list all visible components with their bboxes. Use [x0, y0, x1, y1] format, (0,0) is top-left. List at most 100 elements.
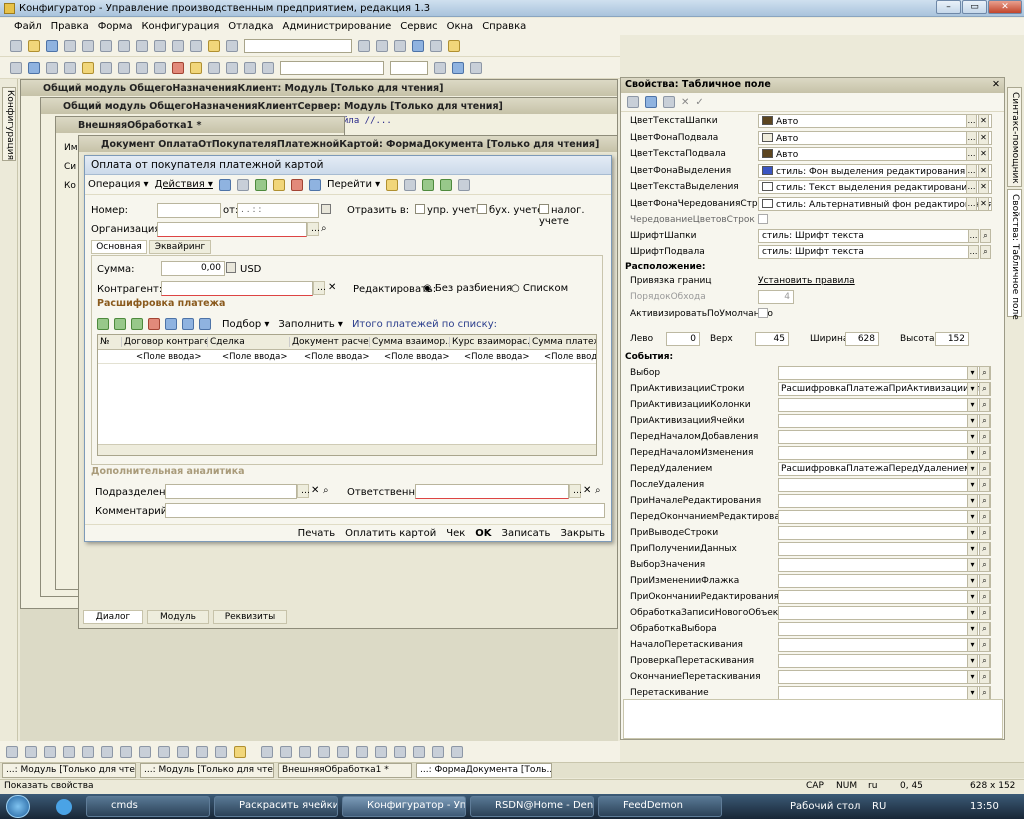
dropdown-button[interactable]: ▾ — [967, 446, 978, 460]
menu-debug[interactable]: Отладка — [228, 21, 273, 32]
event-handler-field[interactable] — [778, 558, 991, 572]
window-tab-1[interactable]: ...: Модуль [Только для чте... — [2, 763, 136, 778]
config-panel-tab[interactable]: Конфигурация — [2, 87, 16, 161]
search-next-icon[interactable] — [376, 39, 388, 52]
grid-icon[interactable] — [28, 61, 40, 74]
prop-label[interactable]: ЦветТекстаВыделения — [630, 182, 739, 192]
event-handler-field[interactable] — [778, 622, 991, 636]
dept-field[interactable] — [165, 484, 297, 499]
settings-icon[interactable] — [470, 61, 482, 74]
select-button[interactable]: … — [966, 147, 977, 161]
ok-button[interactable]: OK — [475, 528, 491, 539]
frame-select-icon[interactable] — [458, 178, 471, 191]
tray-lang[interactable]: RU — [872, 801, 886, 812]
search-icon[interactable]: ⌕ — [979, 494, 990, 508]
receipt-button[interactable]: Чек — [446, 528, 465, 539]
tab-acquiring[interactable]: Эквайринг — [149, 240, 211, 254]
payment-grid[interactable]: № Договор контраге... Сделка Документ ра… — [97, 334, 597, 456]
prop-label[interactable]: Верх — [710, 334, 733, 344]
menu-admin[interactable]: Администрирование — [283, 21, 392, 32]
search-icon[interactable]: ⌕ — [979, 654, 990, 668]
dropdown-button[interactable]: ▾ — [967, 398, 978, 412]
undo-icon[interactable] — [172, 39, 184, 52]
insert-label-icon[interactable] — [280, 746, 292, 758]
search-icon[interactable]: ⌕ — [979, 398, 990, 412]
edit-row-icon[interactable] — [131, 318, 143, 330]
taskbar-item-rsdn[interactable]: RSDN@Home - Deni... — [470, 796, 594, 817]
underline-icon[interactable] — [136, 61, 148, 74]
new-doc-icon[interactable] — [272, 178, 285, 191]
event-label[interactable]: ПередНачаломДобавления — [630, 432, 758, 442]
col-no[interactable]: № — [98, 337, 122, 347]
dropdown-button[interactable]: ▾ — [967, 590, 978, 604]
select-button[interactable]: … — [968, 229, 979, 243]
select-button[interactable]: … — [966, 196, 977, 211]
paste-icon[interactable] — [118, 39, 130, 52]
copy-icon[interactable] — [100, 39, 112, 52]
dropdown-button[interactable]: ▾ — [967, 558, 978, 572]
events-section-header[interactable]: События: — [625, 352, 673, 362]
contractor-clear-icon[interactable]: ✕ — [328, 282, 336, 293]
same-width-icon[interactable] — [120, 746, 132, 758]
search-icon[interactable]: ⌕ — [979, 414, 990, 428]
insert-panel-icon[interactable] — [375, 746, 387, 758]
font-combo[interactable] — [280, 60, 384, 75]
taskbar-item-configurator[interactable]: Конфигуратор - Упр... — [342, 796, 466, 817]
prop-label[interactable]: ЦветФонаЧередованияСтрок — [630, 199, 769, 209]
event-handler-field[interactable] — [778, 446, 991, 460]
search-prev-icon[interactable] — [358, 39, 370, 52]
align-center-icon[interactable] — [226, 61, 238, 74]
event-handler-field[interactable] — [778, 574, 991, 588]
maximize-button[interactable]: ▭ — [962, 0, 987, 14]
insert-field-icon[interactable] — [261, 746, 273, 758]
print-button[interactable]: Печать — [298, 528, 335, 539]
insert-table-icon[interactable] — [394, 746, 406, 758]
search-icon[interactable]: ⌕ — [979, 574, 990, 588]
same-height-icon[interactable] — [139, 746, 151, 758]
ie-icon[interactable] — [56, 799, 72, 815]
delete-icon[interactable] — [136, 39, 148, 52]
prop-value[interactable]: стиль: Альтернативный фон редактирования — [758, 196, 992, 211]
event-label[interactable]: ПриПолученииДанных — [630, 544, 737, 554]
help-icon[interactable] — [386, 178, 399, 191]
info-icon[interactable] — [448, 39, 460, 52]
calculator-icon[interactable] — [226, 262, 236, 273]
event-handler-field[interactable] — [778, 526, 991, 540]
org-search-icon[interactable]: ⌕ — [321, 223, 327, 234]
table-icon[interactable] — [46, 61, 58, 74]
event-handler-field[interactable] — [778, 686, 991, 700]
prop-label[interactable]: ЦветФонаПодвала — [630, 133, 718, 143]
dim-top-field[interactable]: 45 — [755, 332, 789, 346]
radio-list[interactable]: ○ Списком — [511, 283, 568, 294]
date-field[interactable]: . . : : — [237, 203, 319, 218]
align-left-edges-icon[interactable] — [63, 746, 75, 758]
save-doc-icon[interactable] — [218, 178, 231, 191]
search-icon[interactable]: ⌕ — [979, 606, 990, 620]
radio-nosplit[interactable]: ◉ Без разбиения — [423, 283, 512, 294]
find-next-icon[interactable] — [226, 39, 238, 52]
layout-icon[interactable] — [10, 61, 22, 74]
wizard-icon[interactable] — [452, 61, 464, 74]
same-size-icon[interactable] — [158, 746, 170, 758]
font-color-icon[interactable] — [172, 61, 184, 74]
form-icon[interactable] — [434, 61, 446, 74]
delete-row-icon[interactable] — [148, 318, 160, 330]
insert-tree-icon[interactable] — [451, 746, 463, 758]
highlight-icon[interactable] — [154, 61, 166, 74]
event-label[interactable]: Выбор — [630, 368, 660, 378]
search-icon[interactable]: ⌕ — [979, 382, 990, 396]
cell-sum-payment[interactable]: <Поле ввода> — [530, 352, 596, 362]
grid-row[interactable]: <Поле ввода> <Поле ввода> <Поле ввода> <… — [98, 350, 596, 364]
write-button[interactable]: Записать — [502, 528, 551, 539]
col-doc[interactable]: Документ расче... — [290, 337, 370, 347]
window-tab-2[interactable]: ...: Модуль [Только для чте... — [140, 763, 274, 778]
add-row-icon[interactable] — [97, 318, 109, 330]
event-handler-field[interactable]: РасшифровкаПлатежаПередУдалением — [778, 462, 991, 476]
prop-label[interactable]: ШрифтПодвала — [630, 247, 705, 257]
search-icon[interactable]: ⌕ — [979, 590, 990, 604]
prop-label[interactable]: ЦветТекстаПодвала — [630, 149, 726, 159]
properties-tab[interactable]: Свойства: Табличное поле — [1007, 189, 1022, 320]
search-icon[interactable]: ⌕ — [980, 229, 991, 243]
insert-picture-icon[interactable] — [356, 746, 368, 758]
bold-icon[interactable] — [100, 61, 112, 74]
